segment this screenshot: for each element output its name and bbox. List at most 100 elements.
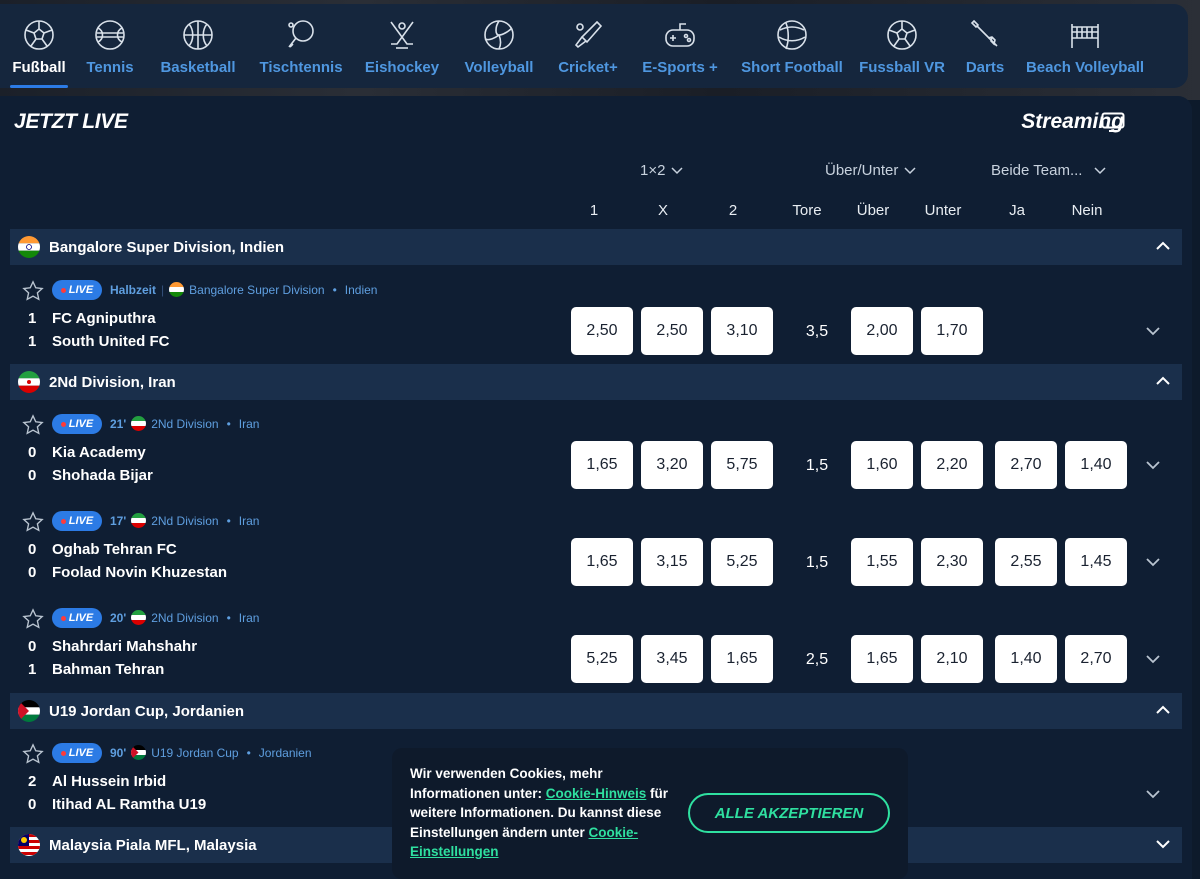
basketball-icon [179, 16, 217, 54]
country-link[interactable]: Iran [239, 611, 260, 625]
sport-tab-short-football[interactable]: Short Football [732, 4, 852, 88]
sport-tab-tischtennis[interactable]: Tischtennis [248, 4, 354, 88]
odd-2[interactable]: 5,25 [711, 538, 773, 586]
home-team[interactable]: 0 Oghab Tehran FC [28, 541, 177, 558]
league-header[interactable]: Bangalore Super Division, Indien [10, 229, 1182, 265]
odd-1[interactable]: 1,65 [571, 441, 633, 489]
competition-link[interactable]: 2Nd Division [151, 417, 218, 431]
odd-nein[interactable]: 1,40 [1065, 441, 1127, 489]
competition-link[interactable]: 2Nd Division [151, 611, 218, 625]
star-favorite-icon[interactable] [22, 414, 44, 436]
country-link[interactable]: Indien [345, 283, 378, 297]
odd-1[interactable]: 2,50 [571, 307, 633, 355]
odd-1[interactable]: 5,25 [571, 635, 633, 683]
odd-unter[interactable]: 2,30 [921, 538, 983, 586]
away-team-name: South United FC [52, 333, 170, 350]
sport-tab-fussball[interactable]: Fußball [6, 4, 72, 88]
sport-tab-eishockey[interactable]: Eishockey [354, 4, 450, 88]
chevron-down-icon[interactable] [1146, 326, 1160, 336]
chevron-down-icon[interactable] [1156, 839, 1170, 849]
away-team[interactable]: 1 Bahman Tehran [28, 661, 164, 678]
odd-ueber[interactable]: 1,55 [851, 538, 913, 586]
sport-tab-label: Beach Volleyball [1025, 59, 1145, 76]
country-link[interactable]: Iran [239, 417, 260, 431]
sport-tab-basketball[interactable]: Basketball [148, 4, 248, 88]
sport-tab-beach-volleyball[interactable]: Beach Volleyball [1018, 4, 1152, 88]
match-meta: 90' U19 Jordan Cup • Jordanien [110, 745, 312, 760]
chevron-down-icon[interactable] [1146, 460, 1160, 470]
home-team[interactable]: 0 Kia Academy [28, 444, 146, 461]
sport-tab-label: Tischtennis [259, 59, 343, 76]
odd-ja[interactable]: 1,40 [995, 635, 1057, 683]
star-favorite-icon[interactable] [22, 511, 44, 533]
cookie-hinweis-link[interactable]: Cookie-Hinweis [546, 786, 647, 801]
odd-x[interactable]: 3,15 [641, 538, 703, 586]
away-team[interactable]: 0 Foolad Novin Khuzestan [28, 564, 227, 581]
league-name: Malaysia Piala MFL, Malaysia [49, 836, 257, 854]
home-team[interactable]: 2 Al Hussein Irbid [28, 773, 166, 790]
odd-ueber[interactable]: 1,60 [851, 441, 913, 489]
odd-ja[interactable]: 2,70 [995, 441, 1057, 489]
market-selector-ueber-unter[interactable]: Über/Unter [825, 162, 916, 179]
market-selector-1x2[interactable]: 1×2 [640, 162, 683, 179]
chevron-down-icon[interactable] [1146, 654, 1160, 664]
sport-tab-cricket[interactable]: Cricket+ [548, 4, 628, 88]
star-favorite-icon[interactable] [22, 608, 44, 630]
odd-x[interactable]: 2,50 [641, 307, 703, 355]
league-header[interactable]: 2Nd Division, Iran [10, 364, 1182, 400]
odd-ja[interactable]: 2,55 [995, 538, 1057, 586]
away-score: 1 [28, 333, 37, 350]
tv-icon[interactable] [1101, 112, 1125, 132]
away-team[interactable]: 1 South United FC [28, 333, 169, 350]
sport-tab-esports[interactable]: E-Sports + [628, 4, 732, 88]
soccer-vr-icon [883, 16, 921, 54]
odd-ueber[interactable]: 1,65 [851, 635, 913, 683]
odd-unter[interactable]: 1,70 [921, 307, 983, 355]
odd-2[interactable]: 5,75 [711, 441, 773, 489]
odd-unter[interactable]: 2,20 [921, 441, 983, 489]
market-label: Beide Team... [991, 162, 1083, 179]
away-team[interactable]: 0 Shohada Bijar [28, 467, 153, 484]
odd-unter[interactable]: 2,10 [921, 635, 983, 683]
chevron-down-icon[interactable] [1146, 557, 1160, 567]
sport-tab-volleyball[interactable]: Volleyball [450, 4, 548, 88]
competition-link[interactable]: Bangalore Super Division [189, 283, 324, 297]
sport-tab-label: Volleyball [464, 59, 534, 76]
odd-x[interactable]: 3,45 [641, 635, 703, 683]
chevron-down-icon [671, 166, 683, 174]
chevron-down-icon [904, 166, 916, 174]
odd-nein[interactable]: 1,45 [1065, 538, 1127, 586]
country-link[interactable]: Iran [239, 514, 260, 528]
odd-nein[interactable]: 2,70 [1065, 635, 1127, 683]
competition-link[interactable]: U19 Jordan Cup [151, 746, 238, 760]
country-link[interactable]: Jordanien [259, 746, 312, 760]
match-meta: 20' 2Nd Division • Iran [110, 610, 260, 625]
sport-tab-fussball-vr[interactable]: Fussball VR [852, 4, 952, 88]
chevron-up-icon[interactable] [1156, 241, 1170, 251]
chevron-up-icon[interactable] [1156, 376, 1170, 386]
odd-ueber[interactable]: 2,00 [851, 307, 913, 355]
home-score: 0 [28, 638, 37, 655]
league-name: 2Nd Division, Iran [49, 373, 176, 391]
sport-tab-label: Fussball VR [859, 59, 945, 76]
sport-tab-tennis[interactable]: Tennis [72, 4, 148, 88]
odd-1[interactable]: 1,65 [571, 538, 633, 586]
star-favorite-icon[interactable] [22, 743, 44, 765]
live-badge: LIVE [52, 743, 102, 763]
league-header[interactable]: U19 Jordan Cup, Jordanien [10, 693, 1182, 729]
away-team[interactable]: 0 Itihad AL Ramtha U19 [28, 796, 206, 813]
competition-link[interactable]: 2Nd Division [151, 514, 218, 528]
accept-all-cookies-button[interactable]: ALLE AKZEPTIEREN [688, 793, 890, 833]
home-team[interactable]: 1 FC Agniputhra [28, 310, 156, 327]
odd-x[interactable]: 3,20 [641, 441, 703, 489]
chevron-down-icon[interactable] [1146, 789, 1160, 799]
odd-2[interactable]: 3,10 [711, 307, 773, 355]
away-score: 1 [28, 661, 37, 678]
star-favorite-icon[interactable] [22, 280, 44, 302]
chevron-up-icon[interactable] [1156, 705, 1170, 715]
home-team[interactable]: 0 Shahrdari Mahshahr [28, 638, 197, 655]
odd-2[interactable]: 1,65 [711, 635, 773, 683]
malaysia-flag-icon [18, 834, 40, 856]
sport-tab-darts[interactable]: Darts [952, 4, 1018, 88]
market-selector-beide-teams[interactable]: Beide Team... [991, 162, 1106, 179]
